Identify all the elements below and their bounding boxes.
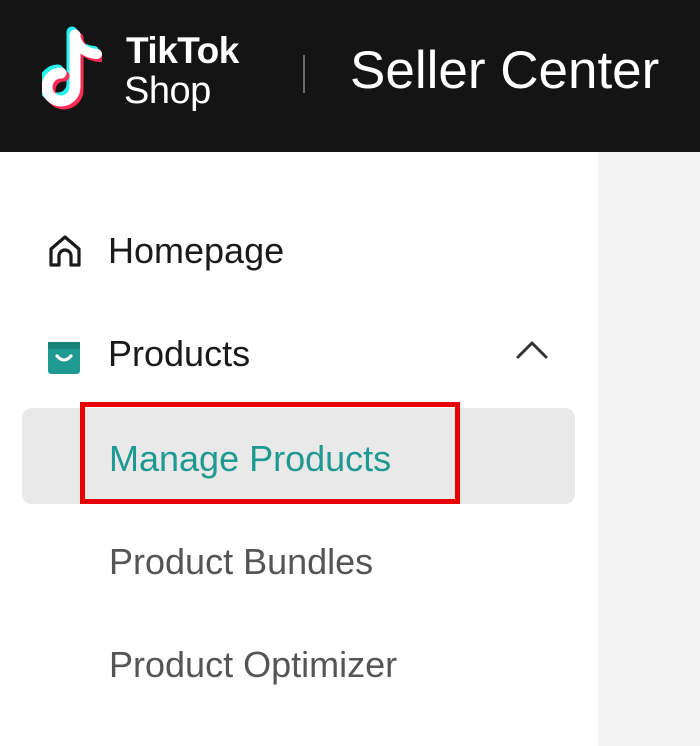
chevron-up-icon[interactable] <box>514 338 550 362</box>
brand-subname: Shop <box>124 70 211 112</box>
page-title: Seller Center <box>350 41 660 100</box>
sidebar-subitem-product-bundles[interactable]: Product Bundles <box>22 511 575 607</box>
main-content <box>598 152 700 746</box>
sidebar-subitem-product-optimizer[interactable]: Product Optimizer <box>22 614 575 710</box>
sidebar-item-label: Products <box>108 333 251 374</box>
sidebar-item-label: Homepage <box>108 230 285 271</box>
shopping-bag-icon <box>48 342 80 374</box>
brand-name: TikTok <box>126 30 239 71</box>
highlight-box <box>80 402 460 504</box>
header-divider <box>303 55 305 93</box>
sidebar-subitem-label: Product Bundles <box>109 541 374 582</box>
sidebar-subitem-label: Product Optimizer <box>109 644 398 685</box>
tiktok-logo-icon <box>42 26 102 110</box>
sidebar-item-products[interactable]: Products <box>0 323 598 383</box>
home-icon <box>49 235 81 267</box>
sidebar-item-homepage[interactable]: Homepage <box>0 220 598 280</box>
top-bar: TikTok Shop Seller Center <box>0 0 700 152</box>
